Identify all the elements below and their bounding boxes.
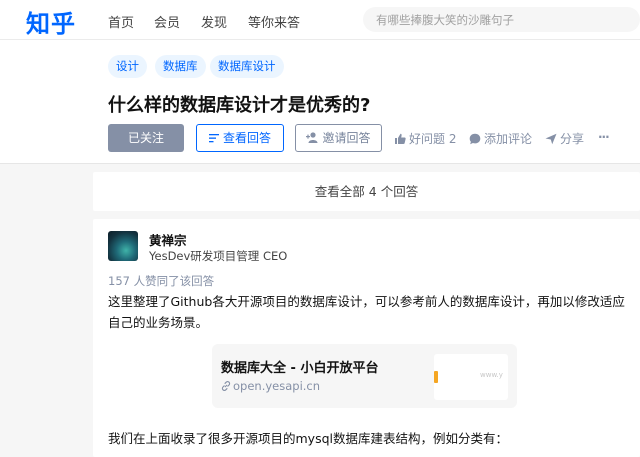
invite-answer-button[interactable]: 邀请回答	[295, 124, 382, 152]
zhihu-logo[interactable]: 知乎	[26, 4, 76, 39]
add-comment-button[interactable]: 添加评论	[469, 130, 532, 147]
share-button[interactable]: 分享	[545, 130, 584, 147]
more-options-icon[interactable]: ···	[598, 130, 610, 144]
link-icon	[221, 381, 231, 391]
question-header: 设计 数据库 数据库设计 什么样的数据库设计才是优秀的? 已关注 查看回答 邀请…	[0, 40, 640, 164]
nav-discover[interactable]: 发现	[201, 12, 227, 31]
comment-icon	[469, 133, 481, 145]
share-icon	[545, 133, 557, 145]
link-card-url: open.yesapi.cn	[221, 379, 320, 393]
view-answers-button[interactable]: 查看回答	[196, 124, 284, 152]
link-card-title: 数据库大全 - 小白开放平台	[221, 361, 379, 376]
question-title: 什么样的数据库设计才是优秀的?	[108, 95, 371, 116]
list-icon	[208, 134, 219, 143]
search-input[interactable]: 有哪些捧腹大笑的沙雕句子	[363, 7, 640, 32]
link-card-url-text: open.yesapi.cn	[233, 379, 321, 393]
thumbnail-logo-mark	[434, 371, 438, 383]
share-label: 分享	[560, 132, 585, 146]
nav-home[interactable]: 首页	[108, 12, 134, 31]
answer-card: 黄禅宗 YesDev研发项目管理 CEO 157 人赞同了该回答 这里整理了Gi…	[93, 219, 640, 457]
search-placeholder: 有哪些捧腹大笑的沙雕句子	[376, 13, 514, 27]
author-bio: YesDev研发项目管理 CEO	[149, 249, 288, 263]
invite-answer-label: 邀请回答	[322, 131, 371, 145]
add-comment-label: 添加评论	[484, 132, 533, 146]
author-avatar[interactable]	[108, 231, 138, 261]
followed-button[interactable]: 已关注	[108, 124, 184, 152]
good-question-button[interactable]: 好问题 2	[394, 130, 456, 147]
topic-tag-database-design[interactable]: 数据库设计	[210, 55, 284, 78]
nav-waiting-answers[interactable]: 等你来答	[248, 12, 300, 31]
vote-count-text: 157 人赞同了该回答	[108, 274, 215, 288]
link-card-thumbnail: www.y	[434, 354, 508, 400]
answer-paragraph-1: 这里整理了Github各大开源项目的数据库设计，可以参考前人的数据库设计，再加以…	[108, 294, 625, 330]
view-all-answers-link[interactable]: 查看全部 4 个回答	[93, 172, 640, 211]
topic-tag-design[interactable]: 设计	[108, 55, 147, 78]
thumbnail-text: www.y	[480, 371, 503, 379]
link-card[interactable]: 数据库大全 - 小白开放平台 open.yesapi.cn www.y	[212, 344, 517, 408]
add-user-icon	[306, 132, 318, 143]
good-question-label: 好问题 2	[409, 132, 457, 146]
view-answers-label: 查看回答	[222, 131, 271, 145]
nav-membership[interactable]: 会员	[154, 12, 180, 31]
author-name[interactable]: 黄禅宗	[149, 230, 187, 249]
top-navbar: 知乎 首页 会员 发现 等你来答 有哪些捧腹大笑的沙雕句子	[0, 0, 640, 40]
topic-tag-database[interactable]: 数据库	[155, 55, 206, 78]
thumbs-up-icon	[395, 133, 406, 144]
answer-paragraph-2: 我们在上面收录了很多开源项目的mysql数据库建表结构，例如分类有：	[108, 431, 508, 446]
